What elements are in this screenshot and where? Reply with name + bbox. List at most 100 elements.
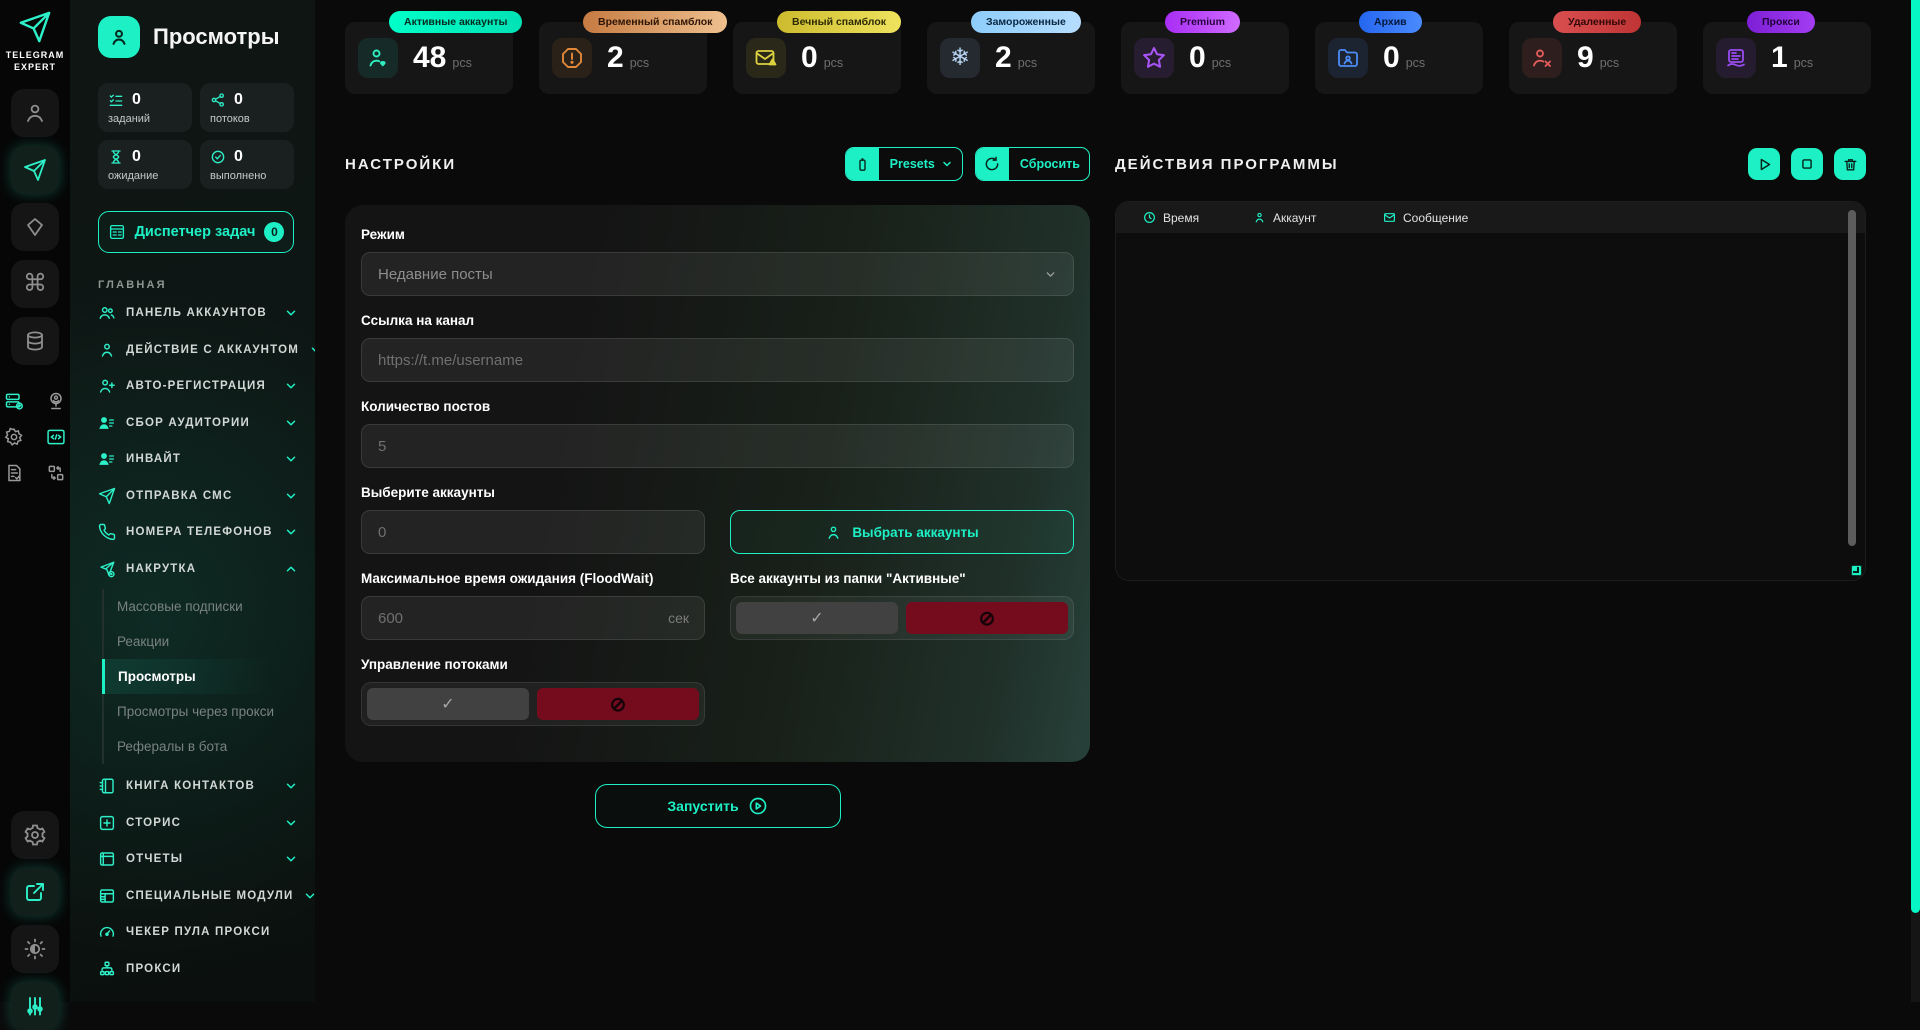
person-icon [98, 341, 116, 359]
chevron-up-icon [284, 562, 298, 576]
nav-label: ОТПРАВКА СМС [126, 490, 232, 502]
code-window-icon[interactable] [43, 427, 69, 447]
nav-stories[interactable]: СТОРИС [98, 805, 298, 842]
nav-audience-collection[interactable]: СБОР АУДИТОРИИ [98, 405, 298, 442]
notebook-icon [98, 777, 116, 795]
nav-contact-book[interactable]: КНИГА КОНТАКТОВ [98, 768, 298, 805]
page-scrollbar[interactable] [1911, 0, 1920, 1002]
telegram-plane-icon [18, 10, 52, 44]
submenu-views-via-proxy[interactable]: Просмотры через прокси [104, 694, 315, 729]
card-value: 0 [1383, 41, 1400, 75]
chevron-down-icon [284, 525, 298, 539]
card-badge: Архив [1359, 11, 1422, 33]
submenu-mass-subscriptions[interactable]: Массовые подписки [104, 589, 315, 624]
nav-label: СТОРИС [126, 817, 181, 829]
snowflake-icon: ❄ [950, 46, 970, 70]
nav-proxy[interactable]: ПРОКСИ [98, 951, 298, 988]
swap-boxes-icon[interactable] [43, 463, 69, 483]
channel-link-input[interactable] [361, 338, 1074, 382]
rail-sender-button[interactable] [11, 146, 59, 194]
card-unit: pcs [824, 56, 843, 70]
select-accounts-button[interactable]: Выбрать аккаунты [730, 510, 1074, 554]
card-active-accounts[interactable]: Активные аккаунты 48pcs [345, 22, 513, 94]
rail-database-button[interactable] [11, 317, 59, 365]
submenu-views-active[interactable]: Просмотры [102, 659, 315, 694]
task-dispatcher-label: Диспетчер задач [135, 224, 256, 240]
card-archive[interactable]: Архив 0pcs [1315, 22, 1483, 94]
nav-reports[interactable]: ОТЧЕТЫ [98, 841, 298, 878]
nav-label: КНИГА КОНТАКТОВ [126, 780, 255, 792]
rail-sliders-button[interactable] [11, 982, 59, 1030]
nav-special-modules[interactable]: СПЕЦИАЛЬНЫЕ МОДУЛИ [98, 878, 298, 915]
toggle-yes-button[interactable]: ✓ [736, 602, 898, 634]
card-temp-spamblock[interactable]: Временный спамблок 2pcs [539, 22, 707, 94]
nav-send-sms[interactable]: ОТПРАВКА СМС [98, 478, 298, 515]
reset-button[interactable]: Сбросить [975, 147, 1090, 181]
card-value: 0 [801, 41, 818, 75]
presets-button[interactable]: Presets [845, 147, 963, 181]
nav-label: СБОР АУДИТОРИИ [126, 417, 250, 429]
accounts-count-input[interactable] [361, 510, 705, 554]
nav-boosting[interactable]: НАКРУТКА [98, 551, 298, 588]
card-frozen[interactable]: Замороженные ❄ 2pcs [927, 22, 1095, 94]
page-scrollbar-thumb[interactable] [1911, 0, 1920, 913]
clear-log-button[interactable] [1834, 148, 1866, 180]
mode-label: Режим [361, 227, 1074, 242]
nav-label: ИНВАЙТ [126, 453, 181, 465]
chevron-down-icon [1044, 268, 1057, 281]
webcam-icon[interactable] [43, 391, 69, 411]
floodwait-input[interactable] [361, 596, 705, 640]
posts-count-input[interactable] [361, 424, 1074, 468]
check-icon: ✓ [441, 694, 454, 714]
play-icon [1757, 157, 1772, 172]
gear-star-icon[interactable] [1, 427, 27, 447]
rail-command-button[interactable]: ⌘ [11, 260, 59, 308]
sliders-icon [23, 994, 47, 1018]
card-proxy[interactable]: Прокси 1pcs [1703, 22, 1871, 94]
nav-label: АВТО-РЕГИСТРАЦИЯ [126, 380, 266, 392]
mode-select[interactable]: Недавние посты [361, 252, 1074, 296]
run-button[interactable] [1748, 148, 1780, 180]
rail-bottom-group [11, 802, 59, 1002]
toggle-yes-button[interactable]: ✓ [367, 688, 529, 720]
page-header: Просмотры [98, 16, 315, 58]
toggle-no-button[interactable]: ⊘ [906, 602, 1068, 634]
card-unit: pcs [1212, 56, 1231, 70]
submenu-reactions[interactable]: Реакции [104, 624, 315, 659]
rail-settings-button[interactable] [11, 811, 59, 859]
stat-streams: 0 потоков [200, 83, 294, 132]
nav-phone-numbers[interactable]: НОМЕРА ТЕЛЕФОНОВ [98, 514, 298, 551]
chevron-down-icon [284, 416, 298, 430]
task-dispatcher-button[interactable]: Диспетчер задач 0 [98, 211, 294, 253]
paper-plane-plus-icon [98, 560, 116, 578]
toggle-no-button[interactable]: ⊘ [537, 688, 699, 720]
nav-invite[interactable]: ИНВАЙТ [98, 441, 298, 478]
check-circle-icon [210, 149, 226, 165]
submenu-bot-referrals[interactable]: Рефералы в бота [104, 729, 315, 764]
nav-auto-registration[interactable]: АВТО-РЕГИСТРАЦИЯ [98, 368, 298, 405]
card-premium[interactable]: Premium 0pcs [1121, 22, 1289, 94]
resize-handle[interactable] [1851, 565, 1862, 576]
rail-gem-button[interactable] [11, 203, 59, 251]
card-value: 2 [995, 41, 1012, 75]
card-perm-spamblock[interactable]: Вечный спамблок 0pcs [733, 22, 901, 94]
server-check-icon[interactable] [1, 391, 27, 411]
card-badge: Прокси [1747, 11, 1815, 33]
nav-proxy-pool-checker[interactable]: ЧЕКЕР ПУЛА ПРОКСИ [98, 914, 298, 951]
nav-account-action[interactable]: ДЕЙСТВИЕ С АККАУНТОМ [98, 332, 298, 369]
rail-external-link-button[interactable] [11, 868, 59, 916]
log-scrollbar[interactable] [1848, 210, 1856, 546]
nav-label: ПРОКСИ [126, 963, 181, 975]
stat-label: выполнено [210, 170, 284, 182]
rail-accounts-button[interactable] [11, 89, 59, 137]
nav-accounts-panel[interactable]: ПАНЕЛЬ АККАУНТОВ [98, 295, 298, 332]
stop-button[interactable] [1791, 148, 1823, 180]
database-icon [23, 329, 47, 353]
document-check-icon[interactable] [1, 463, 27, 483]
start-button[interactable]: Запустить [595, 784, 841, 828]
tasks-icon [108, 92, 124, 108]
rail-theme-button[interactable] [11, 925, 59, 973]
card-unit: pcs [1018, 56, 1037, 70]
card-deleted[interactable]: Удаленные 9pcs [1509, 22, 1677, 94]
column-message: Сообщение [1403, 211, 1468, 225]
